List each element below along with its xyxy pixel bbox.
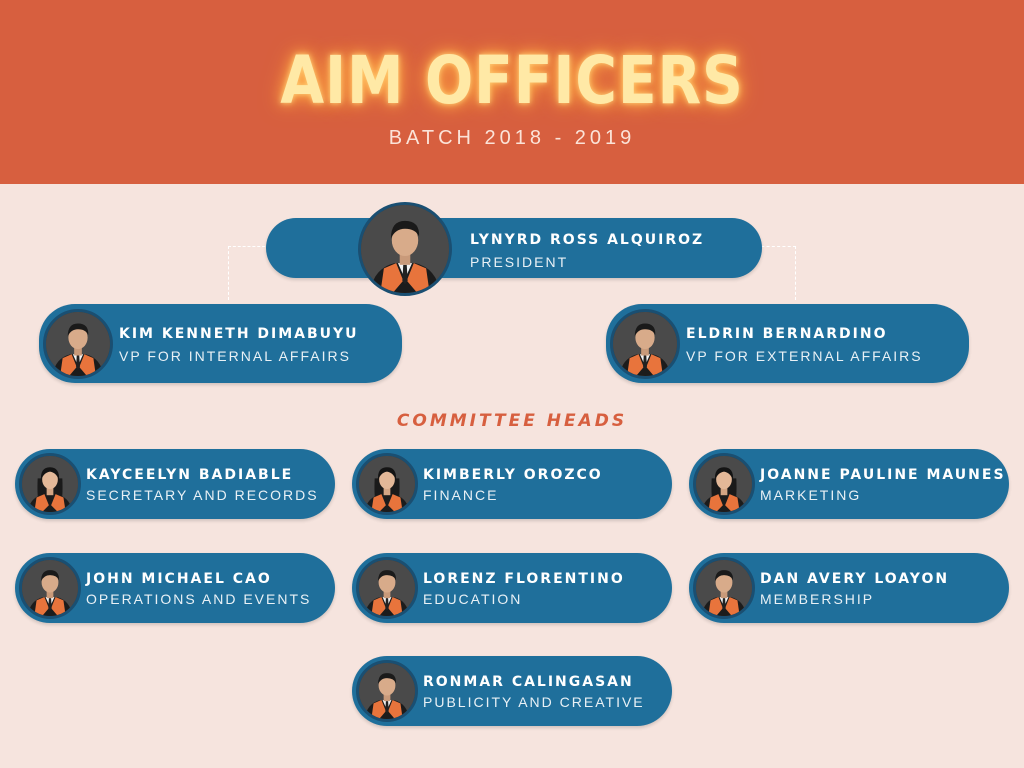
officer-name: LYNYRD ROSS ALQUIROZ — [470, 232, 705, 248]
avatar-photo — [610, 309, 680, 379]
officer-name: LORENZ FLORENTINO — [423, 571, 625, 587]
officer-name: KIM KENNETH DIMABUYU — [119, 326, 359, 342]
avatar-photo — [693, 557, 755, 619]
officer-name: KIMBERLY OROZCO — [423, 467, 603, 483]
page-subtitle: BATCH 2018 - 2019 — [388, 127, 636, 149]
officer-name: ELDRIN BERNARDINO — [686, 326, 888, 342]
avatar-photo — [356, 453, 418, 515]
officer-role: PUBLICITY AND CREATIVE — [423, 694, 645, 710]
avatar-photo — [356, 557, 418, 619]
officer-role: MEMBERSHIP — [760, 591, 875, 607]
avatar-photo — [358, 202, 452, 296]
officer-role: EDUCATION — [423, 591, 523, 607]
officer-card-president: LYNYRD ROSS ALQUIROZ PRESIDENT — [266, 218, 762, 278]
page-title: AIM OFFICERS — [280, 42, 744, 119]
avatar-photo — [693, 453, 755, 515]
officer-name: KAYCEELYN BADIABLE — [86, 467, 294, 483]
avatar-photo — [19, 453, 81, 515]
officer-role: VP FOR INTERNAL AFFAIRS — [119, 348, 351, 364]
connector-line-left — [228, 246, 270, 300]
header-banner: AIM OFFICERS BATCH 2018 - 2019 — [0, 0, 1024, 184]
officer-role: SECRETARY AND RECORDS — [86, 487, 319, 503]
avatar-photo — [43, 309, 113, 379]
officer-name: JOHN MICHAEL CAO — [86, 571, 272, 587]
committee-heading: COMMITTEE HEADS — [396, 411, 628, 431]
officer-role: PRESIDENT — [470, 254, 569, 270]
officer-role: MARKETING — [760, 487, 862, 503]
officer-name: JOANNE PAULINE MAUNES — [760, 467, 1006, 483]
officer-role: OPERATIONS AND EVENTS — [86, 591, 312, 607]
officer-name: RONMAR CALINGASAN — [423, 674, 634, 690]
officer-role: VP FOR EXTERNAL AFFAIRS — [686, 348, 923, 364]
connector-line-right — [756, 246, 796, 300]
avatar-photo — [19, 557, 81, 619]
avatar-photo — [356, 660, 418, 722]
officer-name: DAN AVERY LOAYON — [760, 571, 950, 587]
officer-role: FINANCE — [423, 487, 499, 503]
